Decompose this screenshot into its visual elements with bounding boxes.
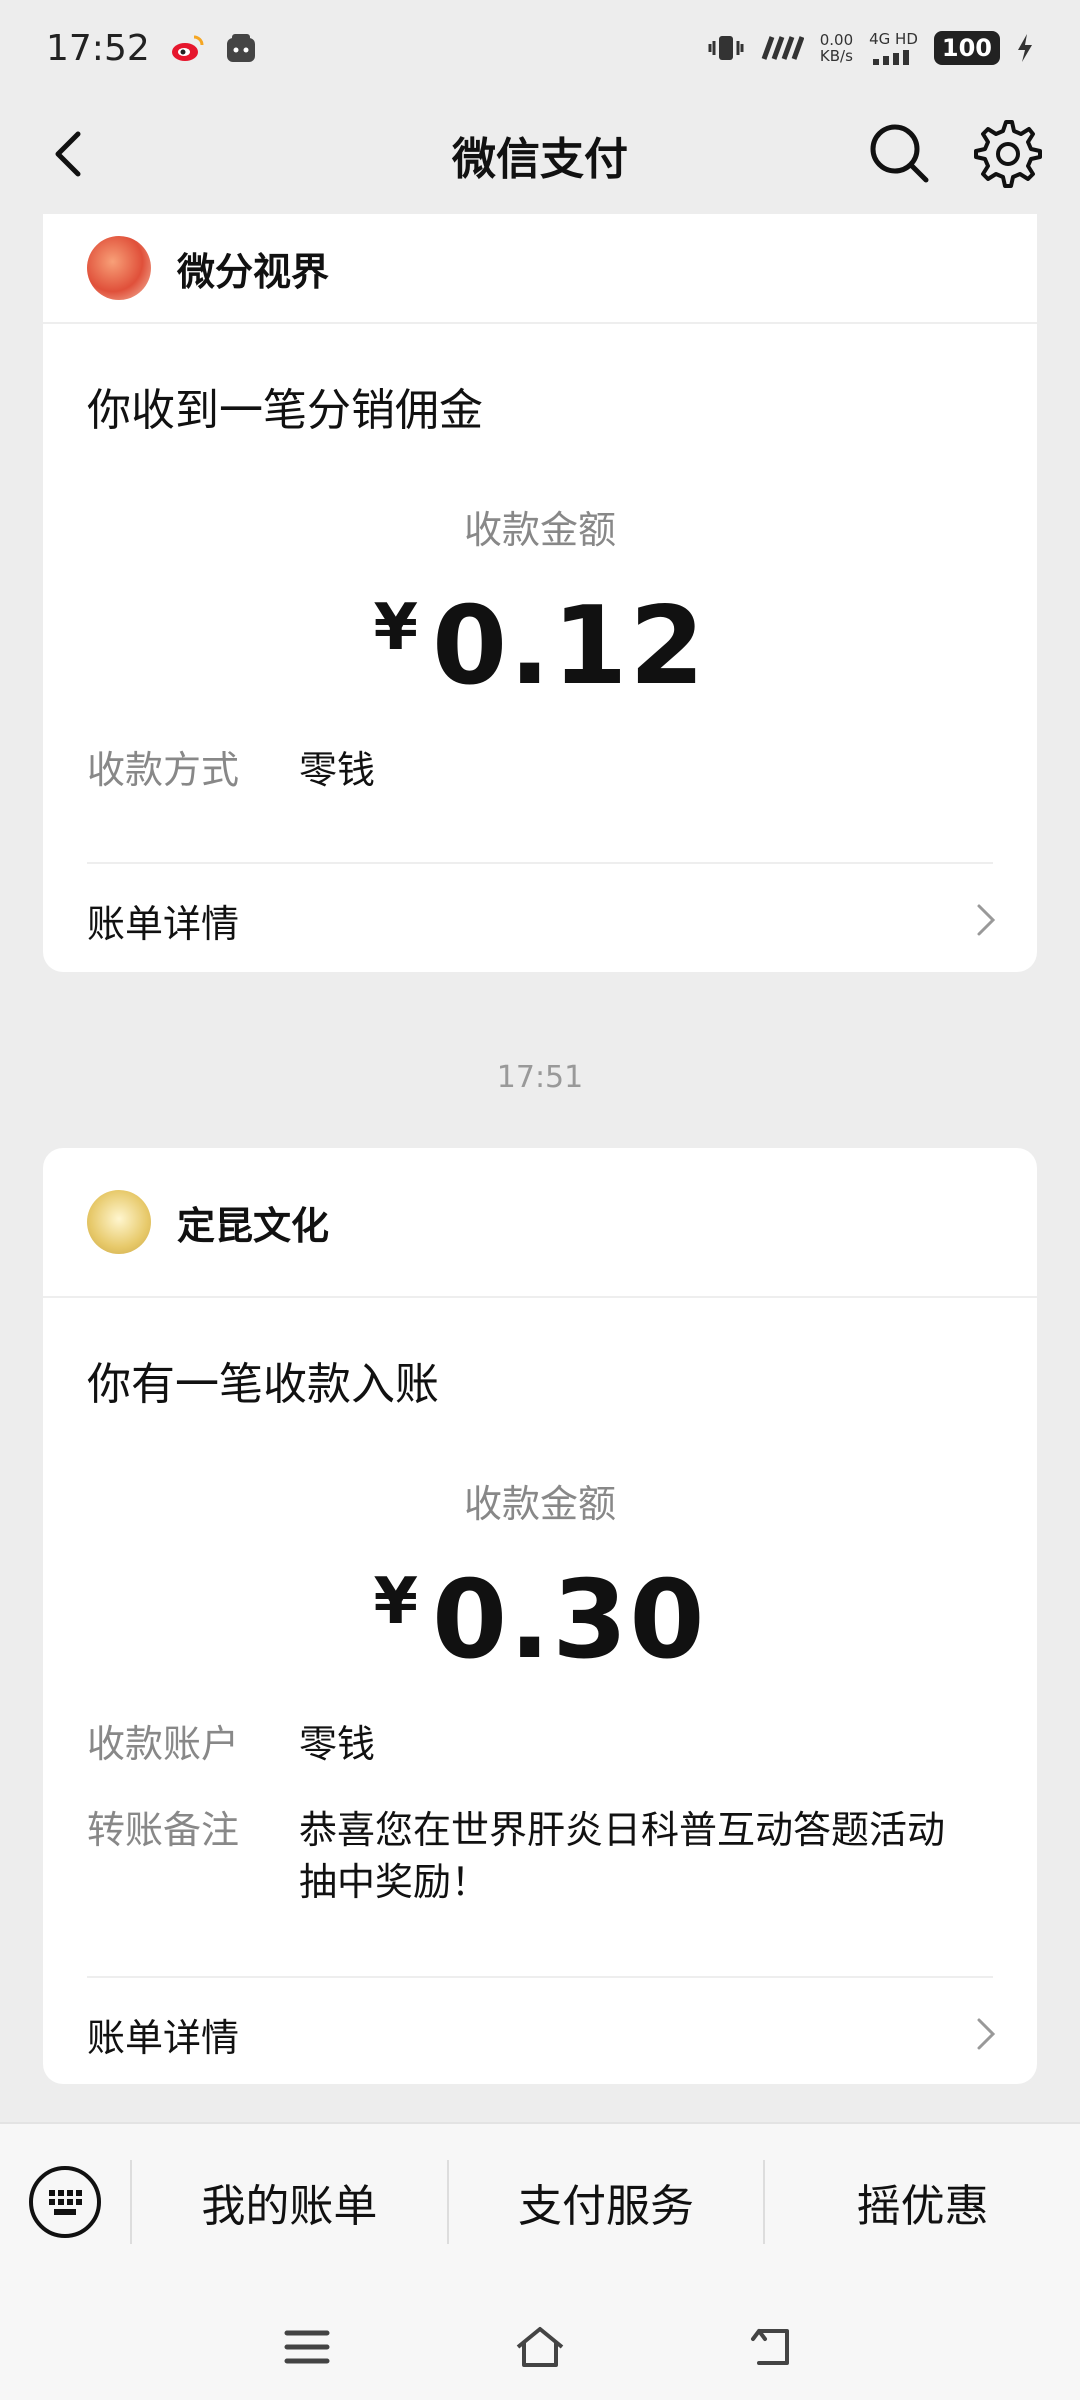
gear-icon[interactable] (970, 116, 1042, 188)
info-value: 零钱 (299, 748, 376, 792)
net-speed: 0.00 KB/s (819, 31, 854, 65)
keyboard-toggle-button[interactable] (0, 2124, 130, 2280)
info-value: 恭喜您在世界肝炎日科普互动答题活动抽中奖励！ (299, 1808, 946, 1904)
status-bar: 17:52 0.00 KB/s 4G HD 100 (0, 0, 1080, 96)
merchant-name: 微分视界 (177, 249, 330, 294)
page-title: 微信支付 (452, 134, 628, 185)
charging-icon (1018, 34, 1032, 62)
merchant-name: 定昆文化 (177, 1203, 330, 1248)
chevron-right-icon (977, 2018, 996, 2050)
menu-icon[interactable] (277, 2317, 337, 2377)
bill-detail-label: 账单详情 (87, 901, 240, 946)
card-header: 定昆文化 (43, 1148, 1037, 1298)
chevron-right-icon (977, 904, 996, 936)
bottom-bar: 我的账单 支付服务 摇优惠 (0, 2122, 1080, 2400)
bottom-menu: 我的账单 支付服务 摇优惠 (0, 2124, 1080, 2280)
amount-label: 收款金额 (463, 508, 616, 552)
keyboard-icon (29, 2166, 101, 2238)
divider (87, 862, 993, 864)
notification-app-icon (226, 34, 255, 62)
card-headline: 你收到一笔分销佣金 (87, 385, 483, 436)
bill-detail-link[interactable]: 账单详情 (87, 880, 1001, 960)
amount-number: 0.30 (432, 1558, 707, 1683)
amount-value: ¥0.30 (43, 1558, 1037, 1683)
merchant-avatar (87, 236, 151, 300)
merchant-avatar (87, 1190, 151, 1254)
amount-value: ¥0.12 (43, 584, 1037, 709)
system-nav-bar (0, 2302, 1080, 2392)
divider (87, 1976, 993, 1978)
currency-symbol: ¥ (373, 591, 421, 665)
currency-symbol: ¥ (373, 1565, 421, 1639)
message-timestamp: 17:51 (496, 1060, 584, 1095)
menu-my-bills[interactable]: 我的账单 (130, 2160, 447, 2244)
signal-hd-icon (761, 36, 804, 60)
bill-detail-link[interactable]: 账单详情 (87, 1994, 1001, 2074)
info-value: 零钱 (299, 1722, 376, 1766)
network-indicator: 4G HD (869, 31, 918, 65)
payment-card-income: 定昆文化 你有一笔收款入账 收款金额 ¥0.30 收款账户 零钱 转账备注 恭喜… (43, 1148, 1037, 2084)
amount-number: 0.12 (432, 584, 707, 709)
info-row: 转账备注 恭喜您在世界肝炎日科普互动答题活动抽中奖励！ (87, 1804, 979, 1908)
info-row: 收款账户 零钱 (87, 1718, 979, 1770)
weibo-icon (171, 35, 204, 61)
status-time: 17:52 (46, 27, 150, 69)
card-headline: 你有一笔收款入账 (87, 1359, 439, 1410)
info-key: 转账备注 (87, 1808, 240, 1852)
info-key: 收款方式 (87, 748, 240, 792)
card-header: 微分视界 (43, 214, 1037, 324)
menu-shake-discounts[interactable]: 摇优惠 (763, 2160, 1080, 2244)
home-icon[interactable] (510, 2317, 570, 2377)
signal-bars-icon (872, 50, 909, 65)
menu-payment-services[interactable]: 支付服务 (446, 2160, 764, 2244)
search-icon[interactable] (864, 118, 934, 188)
chevron-left-icon[interactable] (40, 124, 100, 184)
battery-indicator: 100 (933, 31, 1000, 65)
amount-label: 收款金额 (463, 1482, 616, 1526)
vibrate-icon (708, 36, 744, 60)
payment-card-commission: 微分视界 你收到一笔分销佣金 收款金额 ¥0.12 收款方式 零钱 账单详情 (43, 214, 1037, 972)
info-row: 收款方式 零钱 (87, 744, 979, 796)
info-key: 收款账户 (87, 1722, 240, 1766)
header: 微信支付 (0, 96, 1080, 214)
back-icon[interactable] (743, 2317, 803, 2377)
bill-detail-label: 账单详情 (87, 2015, 240, 2060)
status-right: 0.00 KB/s 4G HD 100 (708, 31, 1034, 65)
status-left: 17:52 (46, 28, 258, 69)
